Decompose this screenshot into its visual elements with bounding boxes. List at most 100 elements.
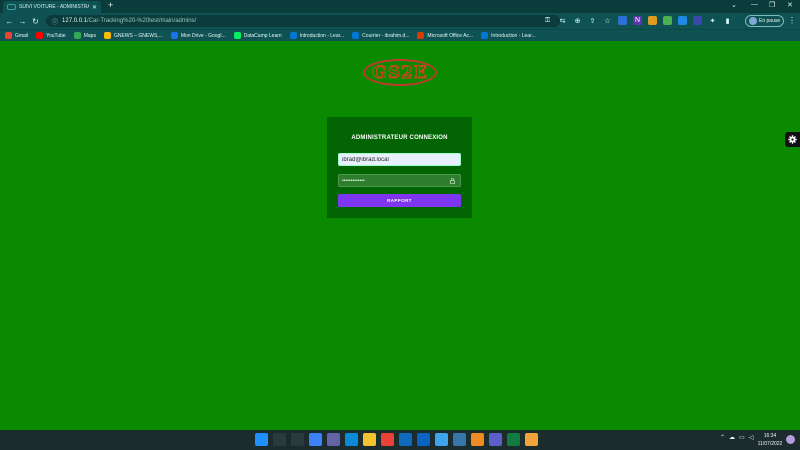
bookmark-label: YouTube (46, 32, 66, 39)
notification-icon[interactable] (786, 435, 795, 444)
document-icon[interactable] (435, 433, 448, 446)
clock[interactable]: 16:34 11/07/2022 (756, 432, 784, 448)
password-mask: ••••••••••••• (342, 177, 365, 184)
bookmarks-bar: Gmail YouTube Maps GNEWS – GNEWS,... Mon Dri… (0, 29, 800, 41)
bookmark-item[interactable]: DataCamp Learn (233, 32, 282, 39)
browser-tab[interactable]: SUIVI VOITURE - ADMINISTRATEU ✕ (3, 1, 101, 13)
bookmark-item[interactable]: Maps (73, 32, 96, 39)
bookmark-icon (481, 32, 489, 39)
datacamp-icon (233, 32, 241, 39)
tab-strip: SUIVI VOITURE - ADMINISTRATEU ✕ + ⌄ — ❐ … (0, 0, 800, 13)
tab-title: SUIVI VOITURE - ADMINISTRATEU (19, 4, 89, 10)
drive-icon (170, 32, 178, 39)
bookmark-label: DataCamp Learn (243, 32, 282, 39)
form-title: ADMINISTRATEUR CONNEXION (351, 135, 448, 141)
forward-arrow-icon[interactable]: → (16, 17, 29, 26)
bookmark-star-icon[interactable]: ☆ (603, 16, 612, 25)
search-icon[interactable] (273, 433, 286, 446)
bookmark-label: Introduction - Lear... (299, 32, 345, 39)
login-card: ADMINISTRATEUR CONNEXION ••••••••••••• R… (327, 117, 472, 218)
bookmark-label: Gmail (15, 32, 29, 39)
logo-text: GS2E (372, 62, 428, 83)
url-path: /Car-Tracking%20-%20test/main/admins/ (87, 18, 197, 24)
system-tray: ⌃ ☁ ▭ ◁ (720, 434, 753, 441)
bookmark-label: Maps (83, 32, 96, 39)
windows-start-icon[interactable] (255, 433, 268, 446)
bookmark-item[interactable]: Introduction - Lear... (481, 32, 536, 39)
email-field[interactable] (338, 153, 461, 166)
extensions-puzzle-icon[interactable]: ✦ (708, 16, 717, 25)
settings-gear-button[interactable] (785, 132, 800, 147)
bookmark-label: GNEWS – GNEWS,... (113, 32, 163, 39)
outlook-icon (352, 32, 360, 39)
extension-dark-icon[interactable] (693, 16, 702, 25)
minimize-button[interactable]: — (751, 1, 758, 8)
edge-icon[interactable] (345, 433, 358, 446)
browser-menu-icon[interactable]: ⋮ (788, 16, 796, 25)
youtube-icon (36, 32, 44, 39)
teams-icon[interactable] (489, 433, 502, 446)
profile-button[interactable]: En pause (745, 15, 785, 27)
extension-icon[interactable] (618, 16, 627, 25)
office-icon (417, 32, 425, 39)
new-tab-button[interactable]: + (108, 0, 113, 10)
translate-icon[interactable]: ⇆ (558, 16, 567, 25)
clock-date: 11/07/2022 (757, 441, 783, 447)
network-icon[interactable]: ▭ (739, 434, 745, 441)
task-view-icon[interactable] (291, 433, 304, 446)
tab-favicon-icon (7, 4, 16, 10)
teams-chat-icon[interactable] (327, 433, 340, 446)
bookmark-label: Mon Drive - Googl... (180, 32, 226, 39)
tab-close-icon[interactable]: ✕ (92, 4, 97, 11)
site-info-icon[interactable]: ⓘ (52, 17, 58, 26)
chevron-up-icon[interactable]: ⌃ (720, 434, 725, 441)
bookmark-item[interactable]: Microsoft Office Ac... (417, 32, 473, 39)
bookmark-item[interactable]: YouTube (36, 32, 66, 39)
bookmark-item[interactable]: Introduction - Lear... (289, 32, 345, 39)
password-field[interactable]: ••••••••••••• (338, 174, 461, 187)
outlook-icon[interactable] (417, 433, 430, 446)
zoom-icon[interactable]: ⊕ (573, 16, 582, 25)
browser-toolbar: ← → ↻ ⓘ 127.0.0.1 /Car-Tracking%20-%20te… (0, 13, 800, 29)
reload-icon[interactable]: ↻ (29, 17, 42, 26)
vlc-icon[interactable] (471, 433, 484, 446)
sublime-icon[interactable] (525, 433, 538, 446)
share-icon[interactable]: ⇪ (588, 16, 597, 25)
widgets-icon[interactable] (309, 433, 322, 446)
cloud-icon[interactable]: ☁ (729, 434, 735, 441)
key-icon[interactable]: ⚿ (543, 16, 552, 25)
file-explorer-icon[interactable] (363, 433, 376, 446)
company-logo: GS2E (363, 59, 437, 86)
tab-search-icon[interactable]: ⌄ (731, 1, 737, 9)
toolbar-icons: ⚿ ⇆ ⊕ ⇪ ☆ N ✦ ▮ (543, 16, 732, 25)
taskbar-apps (255, 433, 538, 446)
gnews-icon (103, 32, 111, 39)
close-window-button[interactable]: ✕ (787, 1, 793, 9)
windows-taskbar: ⌃ ☁ ▭ ◁ 16:34 11/07/2022 (0, 430, 800, 450)
bookmark-icon (289, 32, 297, 39)
bookmark-item[interactable]: Mon Drive - Googl... (170, 32, 226, 39)
excel-icon[interactable] (507, 433, 520, 446)
address-bar[interactable]: ⓘ 127.0.0.1 /Car-Tracking%20-%20test/mai… (46, 15, 560, 27)
extension-green-icon[interactable] (663, 16, 672, 25)
volume-icon[interactable]: ◁ (749, 434, 754, 441)
bookmark-item[interactable]: GNEWS – GNEWS,... (103, 32, 163, 39)
avatar (749, 17, 757, 25)
python-icon[interactable] (453, 433, 466, 446)
clock-time: 16:34 (763, 433, 777, 439)
store-icon[interactable] (399, 433, 412, 446)
extension-color-icon[interactable] (648, 16, 657, 25)
back-arrow-icon[interactable]: ← (3, 17, 16, 26)
profile-status: En pause (759, 18, 781, 24)
maximize-button[interactable]: ❐ (769, 1, 775, 9)
rapport-button[interactable]: RAPPORT (338, 194, 461, 207)
bookmark-item[interactable]: Gmail (5, 32, 28, 39)
extension-blue-icon[interactable] (678, 16, 687, 25)
gmail-icon (5, 32, 12, 39)
sidebar-panel-icon[interactable]: ▮ (723, 16, 732, 25)
page-content: GS2E ADMINISTRATEUR CONNEXION ••••••••••… (0, 41, 800, 430)
extension-n-icon[interactable]: N (633, 16, 642, 25)
lock-icon[interactable] (450, 178, 455, 184)
chrome-icon[interactable] (381, 433, 394, 446)
bookmark-item[interactable]: Courrier - ibrahim.d... (352, 32, 409, 39)
